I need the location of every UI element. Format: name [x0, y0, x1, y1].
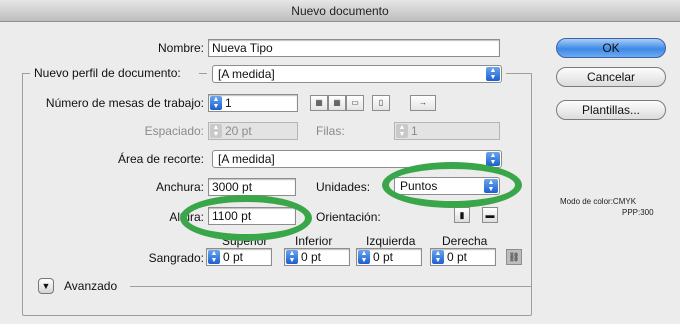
bleed-header-right: Derecha: [442, 234, 488, 248]
artboards-value: 1: [225, 96, 232, 110]
arrange-by-column-icon[interactable]: ▯: [372, 95, 390, 111]
stepper-icon[interactable]: ▲ ▼: [286, 250, 298, 264]
width-input[interactable]: 3000 pt: [208, 178, 296, 196]
arrange-by-row-icon[interactable]: ▭: [346, 95, 364, 111]
units-value: Puntos: [400, 179, 438, 193]
stepper-icon[interactable]: ▲ ▼: [358, 250, 370, 264]
left-to-right-glyph: →: [419, 98, 427, 107]
height-label: Altura:: [169, 210, 204, 224]
ok-button[interactable]: OK: [556, 38, 666, 58]
left-to-right-icon[interactable]: →: [410, 95, 436, 111]
height-input[interactable]: 1100 pt: [208, 207, 296, 225]
select-arrows-icon: ▲ ▼: [486, 152, 500, 166]
artboards-label: Número de mesas de trabajo:: [45, 96, 204, 110]
bleed-right-value: 0 pt: [447, 250, 468, 264]
grid-by-row-icon[interactable]: ▦: [310, 95, 328, 111]
name-label: Nombre:: [157, 41, 204, 55]
units-select[interactable]: Puntos ▲ ▼: [394, 177, 500, 195]
bleed-right-input[interactable]: ▲ ▼ 0 pt: [430, 248, 496, 266]
portrait-icon[interactable]: ▮: [454, 207, 470, 223]
disclosure-triangle-icon[interactable]: ▼: [38, 278, 54, 294]
bleed-top-value: 0 pt: [223, 250, 244, 264]
grid-by-column-icon[interactable]: ▦: [328, 95, 346, 111]
bleed-bottom-input[interactable]: ▲ ▼ 0 pt: [284, 248, 350, 266]
stepper-icon[interactable]: ▲ ▼: [208, 250, 220, 264]
artboards-input[interactable]: ▲ ▼ 1: [208, 94, 298, 112]
spacing-input[interactable]: ▲ ▼ 20 pt: [208, 122, 298, 140]
bleed-label: Sangrado:: [148, 251, 204, 265]
bleed-left-input[interactable]: ▲ ▼ 0 pt: [356, 248, 422, 266]
landscape-icon[interactable]: ▬: [482, 207, 498, 223]
bleed-header-bottom: Inferior: [295, 234, 333, 248]
bleed-top-input[interactable]: ▲ ▼ 0 pt: [206, 248, 272, 266]
new-document-dialog: Nombre: Nueva Tipo Nuevo perfil de docum…: [0, 22, 680, 324]
stepper-icon: ▲ ▼: [210, 124, 222, 138]
rows-input[interactable]: ▲ ▼ 1: [394, 122, 500, 140]
spacing-value: 20 pt: [225, 124, 252, 138]
crop-area-select[interactable]: [A medida] ▲ ▼: [212, 150, 502, 168]
stepper-icon: ▲ ▼: [396, 124, 408, 138]
templates-button[interactable]: Plantillas...: [556, 100, 666, 120]
bleed-left-value: 0 pt: [373, 250, 394, 264]
crop-area-label: Área de recorte:: [117, 152, 204, 166]
window-title: Nuevo documento: [0, 0, 680, 22]
color-mode-info: Modo de color:CMYK: [560, 197, 637, 206]
select-arrows-icon: ▲ ▼: [484, 179, 498, 193]
ppp-info: PPP:300: [622, 208, 654, 217]
bleed-header-top: Superior: [222, 234, 268, 248]
bleed-bottom-value: 0 pt: [301, 250, 322, 264]
link-chain-icon[interactable]: ⛓: [506, 249, 522, 265]
stepper-icon[interactable]: ▲ ▼: [432, 250, 444, 264]
crop-area-value: [A medida]: [218, 152, 275, 166]
orientation-label: Orientación:: [316, 210, 381, 224]
cancel-button[interactable]: Cancelar: [556, 67, 666, 87]
spacing-label: Espaciado:: [144, 124, 204, 138]
advanced-label[interactable]: Avanzado: [64, 279, 117, 293]
name-input[interactable]: Nueva Tipo: [208, 39, 500, 57]
rows-value: 1: [411, 124, 418, 138]
advanced-group-line: [130, 286, 532, 287]
units-label: Unidades:: [316, 180, 371, 194]
stepper-icon[interactable]: ▲ ▼: [210, 96, 222, 110]
bleed-header-left: Izquierda: [366, 234, 416, 248]
width-label: Anchura:: [155, 180, 204, 194]
rows-label: Filas:: [316, 124, 345, 138]
